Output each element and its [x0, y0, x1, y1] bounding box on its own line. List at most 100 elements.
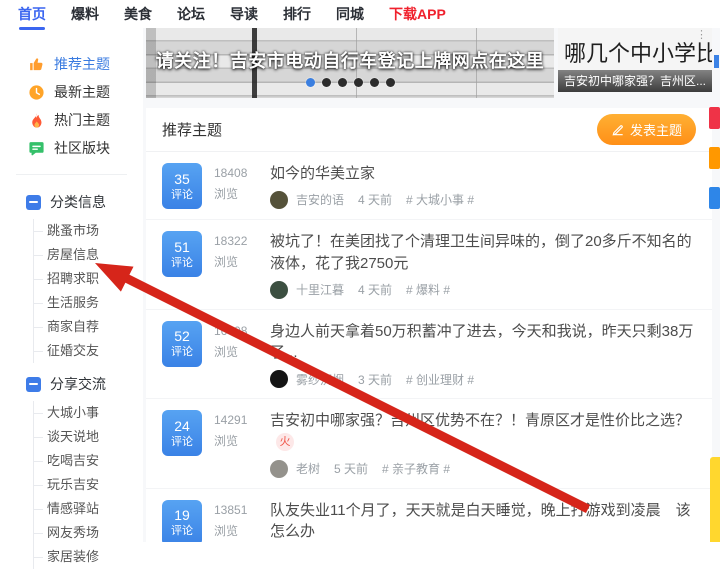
- hot-fire-badge: 火: [276, 432, 294, 451]
- sidebar-item-label: 最新主题: [54, 84, 110, 100]
- views-label: 浏览: [214, 255, 239, 269]
- float-marker-tick[interactable]: [714, 55, 719, 68]
- float-banner-yellow[interactable]: [710, 457, 720, 542]
- topic-time: 3 天前: [358, 372, 393, 387]
- sidebar-item-label: 推荐主题: [54, 56, 110, 72]
- topic-tag[interactable]: # 大城小事 #: [406, 191, 474, 208]
- topic-row: 51 评论 18322 浏览 被坑了！在美团找了个清理卫生间异味的，倒了20多斤…: [146, 220, 712, 310]
- sidebar-item-recommended[interactable]: 推荐主题: [0, 50, 143, 78]
- topic-author[interactable]: 老树: [296, 460, 320, 477]
- topic-title[interactable]: 吉安初中哪家强？吉州区优势不在？！青原区才是性价比之选？ 火: [270, 410, 696, 454]
- carousel-dot[interactable]: [369, 78, 379, 87]
- comment-count-badge: 35 评论: [162, 163, 202, 209]
- comment-count-badge: 51 评论: [162, 231, 202, 277]
- sidebar-item-dating[interactable]: 征婚交友: [34, 339, 143, 363]
- sidebar-item-jobs[interactable]: 招聘求职: [34, 267, 143, 291]
- pencil-icon: [612, 124, 623, 136]
- topic-title[interactable]: 队友失业11个月了，天天就是白天睡觉，晚上打游戏到凌晨 该怎么办: [270, 500, 696, 543]
- carousel-dot[interactable]: [337, 78, 347, 87]
- banner-caption: 请关注！吉安市电动自行车登记上牌网点在这里: [155, 51, 545, 71]
- topic-tag[interactable]: # 创业理财 #: [406, 371, 474, 388]
- carousel-dots: [146, 78, 554, 87]
- sidebar-item-play-jian[interactable]: 玩乐吉安: [34, 473, 143, 497]
- sidebar-item-hot[interactable]: 热门主题: [0, 106, 143, 134]
- carousel-dot[interactable]: [353, 78, 363, 87]
- topic-row: 24 评论 14291 浏览 吉安初中哪家强？吉州区优势不在？！青原区才是性价比…: [146, 399, 712, 489]
- carousel-dot[interactable]: [305, 78, 315, 87]
- sidebar-group-classified-list: 跳蚤市场 房屋信息 招聘求职 生活服务 商家自荐 征婚交友: [33, 219, 143, 363]
- topic-meta: 十里江暮 4 天前 # 爆料 #: [270, 280, 696, 299]
- topic-meta: 雾纱沉烟 3 天前 # 创业理财 #: [270, 370, 696, 388]
- sidebar: 推荐主题 最新主题 热门主题 社区版块 分类信息 跳蚤市场 房屋信息 招聘求职 …: [0, 28, 143, 569]
- float-marker-blue[interactable]: [709, 187, 720, 209]
- sidebar-group-label: 分享交流: [50, 376, 106, 392]
- sidebar-item-latest[interactable]: 最新主题: [0, 78, 143, 106]
- float-marker-red[interactable]: [709, 107, 720, 129]
- topic-time: 5 天前: [334, 462, 369, 476]
- sidebar-item-chitchat[interactable]: 谈天说地: [34, 425, 143, 449]
- topic-row: 35 评论 18408 浏览 如今的华美立家 吉安的语 4 天前 # 大城小事 …: [146, 152, 712, 220]
- topic-title[interactable]: 如今的华美立家: [270, 163, 696, 185]
- collapse-minus-icon[interactable]: [26, 194, 41, 210]
- sidebar-item-city-stories[interactable]: 大城小事: [34, 401, 143, 425]
- sidebar-group-share[interactable]: 分享交流: [0, 371, 143, 397]
- comment-count-badge: 24 评论: [162, 410, 202, 456]
- nav-item-rank[interactable]: 排行: [283, 4, 311, 24]
- sidebar-item-label: 热门主题: [54, 112, 110, 128]
- comment-count: 51: [174, 238, 190, 255]
- main-banner[interactable]: 请关注！吉安市电动自行车登记上牌网点在这里: [146, 28, 554, 98]
- carousel-dot[interactable]: [385, 78, 395, 87]
- view-count: 18408: [214, 166, 248, 180]
- sidebar-item-flea-market[interactable]: 跳蚤市场: [34, 219, 143, 243]
- topic-title-text: 吉安初中哪家强？吉州区优势不在？！青原区才是性价比之选？: [270, 412, 691, 429]
- avatar[interactable]: [270, 459, 288, 478]
- sidebar-item-housing[interactable]: 房屋信息: [34, 243, 143, 267]
- topic-author[interactable]: 十里江暮: [296, 281, 344, 298]
- sidebar-item-eat-jian[interactable]: 吃喝吉安: [34, 449, 143, 473]
- collapse-minus-icon[interactable]: [26, 376, 41, 392]
- comment-count: 35: [174, 170, 190, 187]
- post-topic-button[interactable]: 发表主题: [596, 114, 696, 145]
- topic-meta: 老树 5 天前 # 亲子教育 #: [270, 459, 696, 478]
- float-marker-orange[interactable]: [709, 147, 720, 169]
- sidebar-item-label: 社区版块: [54, 140, 110, 156]
- sidebar-item-emotions[interactable]: 情感驿站: [34, 497, 143, 521]
- comments-label: 评论: [171, 256, 193, 269]
- topic-author[interactable]: 吉安的语: [296, 191, 344, 208]
- nav-item-digest[interactable]: 导读: [230, 4, 258, 24]
- sidebar-group-classified[interactable]: 分类信息: [0, 189, 143, 215]
- nav-item-food[interactable]: 美食: [124, 4, 152, 24]
- topic-row: 19 评论 13851 浏览 队友失业11个月了，天天就是白天睡觉，晚上打游戏到…: [146, 489, 712, 543]
- top-nav: 首页 爆料 美食 论坛 导读 排行 同城 下载APP: [0, 0, 720, 30]
- side-banner[interactable]: 哪几个中小学比较好 吉安初中哪家强？吉州区...: [558, 28, 712, 92]
- topic-row: 52 评论 16408 浏览 身边人前天拿着50万积蓄冲了进去，今天和我说，昨天…: [146, 310, 712, 399]
- recommended-topics-card: 推荐主题 发表主题 35 评论 18408 浏览 如今的华美立家 吉安的语 4 …: [146, 108, 712, 542]
- view-count: 14291: [214, 413, 248, 427]
- comment-count: 52: [174, 328, 190, 345]
- nav-item-home[interactable]: 首页: [18, 4, 46, 30]
- topic-title[interactable]: 被坑了！在美团找了个清理卫生间异味的，倒了20多斤不知名的液体，花了我2750元: [270, 231, 696, 275]
- views-block: 18408 浏览: [214, 163, 258, 209]
- nav-item-city[interactable]: 同城: [336, 4, 364, 24]
- topic-title[interactable]: 身边人前天拿着50万积蓄冲了进去，今天和我说，昨天只剩38万了...: [270, 321, 696, 365]
- topic-tag[interactable]: # 亲子教育 #: [382, 460, 450, 477]
- avatar[interactable]: [270, 370, 288, 388]
- comment-count-badge: 52 评论: [162, 320, 202, 367]
- views-block: 18322 浏览: [214, 231, 258, 299]
- sidebar-item-home-decor[interactable]: 家居装修: [34, 545, 143, 569]
- sidebar-item-netizen-show[interactable]: 网友秀场: [34, 521, 143, 545]
- post-topic-label: 发表主题: [629, 123, 682, 138]
- download-app-link[interactable]: 下载APP: [389, 4, 446, 24]
- avatar[interactable]: [270, 280, 288, 299]
- sidebar-item-boards[interactable]: 社区版块: [0, 134, 143, 162]
- carousel-dot[interactable]: [321, 78, 331, 87]
- nav-item-baoliao[interactable]: 爆料: [71, 4, 99, 24]
- nav-item-forum[interactable]: 论坛: [177, 4, 205, 24]
- sidebar-item-merchant[interactable]: 商家自荐: [34, 315, 143, 339]
- avatar[interactable]: [270, 190, 288, 209]
- section-title: 推荐主题: [162, 122, 223, 139]
- topic-tag[interactable]: # 爆料 #: [406, 281, 450, 298]
- topic-time: 4 天前: [358, 283, 393, 297]
- sidebar-item-life-services[interactable]: 生活服务: [34, 291, 143, 315]
- topic-author[interactable]: 雾纱沉烟: [296, 371, 344, 388]
